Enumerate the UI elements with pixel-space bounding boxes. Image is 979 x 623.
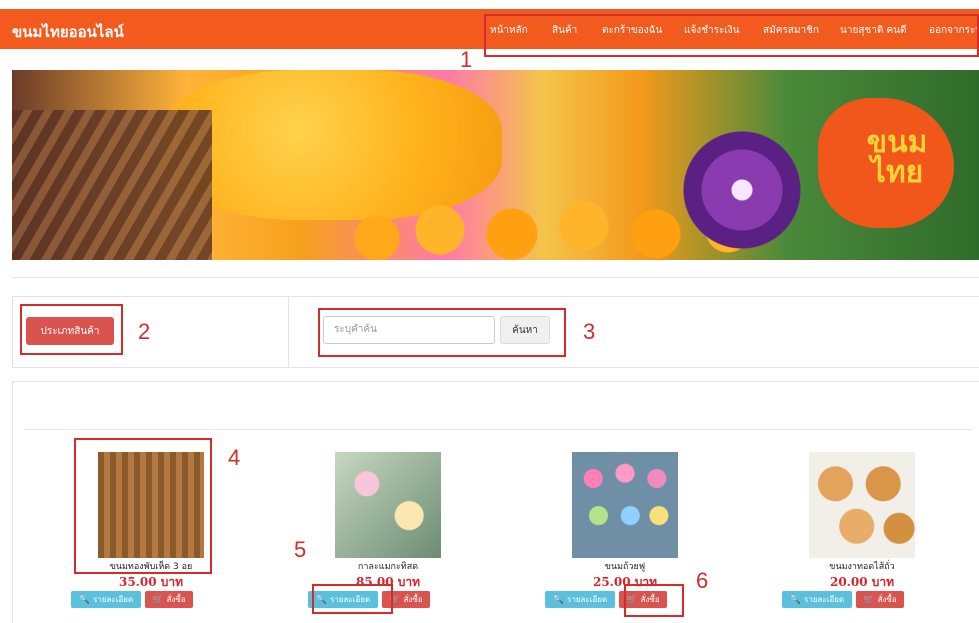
search-icon: 🔍 — [552, 594, 565, 605]
annotation-label-3: 3 — [583, 319, 596, 344]
panel-divider — [24, 429, 972, 430]
detail-button[interactable]: 🔍 รายละเอียด — [71, 591, 141, 608]
order-button[interactable]: 🛒 สั่งซื้อ — [145, 591, 193, 608]
product-price: 35.00 บาท — [118, 575, 184, 589]
product-name: ขนมถ้วยฟู — [604, 562, 646, 572]
detail-button-label: รายละเอียด — [93, 595, 134, 604]
product-price: 20.00 บาท — [829, 575, 895, 589]
brand-title[interactable]: ขนมไทยออนไลน์ — [12, 20, 124, 44]
cart-icon: 🛒 — [863, 594, 875, 605]
product-image[interactable] — [335, 452, 441, 558]
detail-button[interactable]: 🔍 รายละเอียด — [782, 591, 852, 608]
annotation-label-6: 6 — [696, 568, 709, 593]
search-icon: 🔍 — [78, 594, 91, 605]
annotation-label-5: 5 — [294, 537, 307, 562]
product-card: ขนมงาทอดไส้ถั่ว 20.00 บาท 🔍 รายละเอียด 🛒 ส… — [772, 448, 952, 618]
detail-button-label: รายละเอียด — [804, 595, 845, 604]
annotation-box-detail — [312, 584, 393, 614]
order-button-label: สั่งซื้อ — [166, 595, 186, 604]
product-name: กาละแมกะทิสด — [357, 562, 419, 572]
banner-orchid-decor — [682, 130, 802, 250]
filter-divider — [288, 296, 289, 367]
annotation-label-4: 4 — [228, 445, 241, 470]
detail-button-label: รายละเอียด — [567, 595, 608, 604]
banner-logo-text: ขนม ไทย — [866, 125, 928, 190]
order-button-label: สั่งซื้อ — [403, 595, 423, 604]
annotation-label-2: 2 — [138, 319, 151, 344]
annotation-box-product — [74, 438, 212, 574]
annotation-box-order — [624, 584, 684, 617]
product-image[interactable] — [572, 452, 678, 558]
order-button[interactable]: 🛒 สั่งซื้อ — [856, 591, 904, 608]
hero-banner: ขนม ไทย — [12, 70, 979, 260]
section-divider — [12, 277, 979, 278]
annotation-label-1: 1 — [460, 47, 473, 72]
order-button-label: สั่งซื้อ — [877, 595, 897, 604]
banner-basket-decor — [12, 110, 212, 260]
annotation-box-nav — [484, 14, 979, 57]
detail-button[interactable]: 🔍 รายละเอียด — [545, 591, 615, 608]
annotation-box-category — [20, 304, 123, 355]
search-icon: 🔍 — [789, 594, 802, 605]
cart-icon: 🛒 — [152, 594, 164, 605]
product-name: ขนมงาทอดไส้ถั่ว — [829, 562, 895, 572]
annotation-box-search — [318, 308, 566, 357]
product-image[interactable] — [809, 452, 915, 558]
